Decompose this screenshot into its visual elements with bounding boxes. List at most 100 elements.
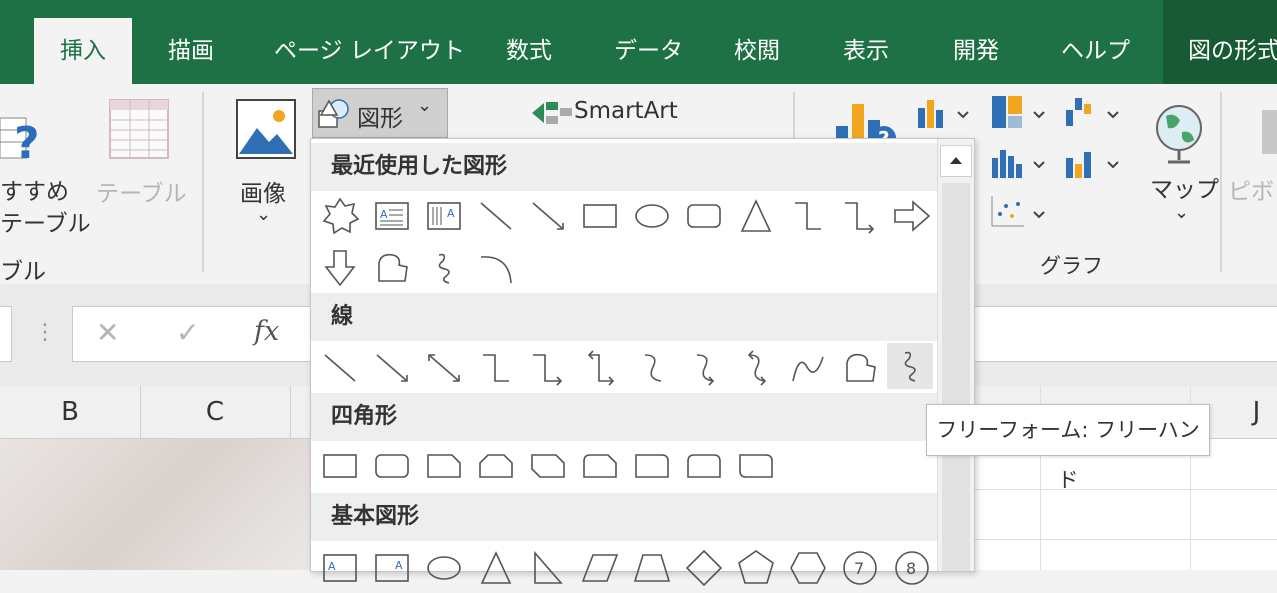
scatter-chart-icon[interactable] <box>990 194 1052 230</box>
enter-icon[interactable]: ✓ <box>176 316 199 349</box>
line-freeform-shape-icon[interactable] <box>839 347 881 389</box>
combo-chart-icon[interactable] <box>1064 144 1126 180</box>
line-double-arrow-icon[interactable] <box>423 347 465 389</box>
shape-tooltip: フリーフォーム: フリーハンド <box>926 404 1210 492</box>
shape-elbow-arrow-connector-icon[interactable] <box>839 195 881 237</box>
line-elbow-arrow-icon[interactable] <box>527 347 569 389</box>
scroll-up-button[interactable] <box>940 145 972 177</box>
insert-function-icon[interactable]: fx <box>254 316 279 347</box>
line-curved-connector-icon[interactable] <box>631 347 673 389</box>
basic-trapezoid-icon[interactable] <box>631 547 673 589</box>
basic-textbox-icon[interactable]: A <box>319 547 361 589</box>
line-curved-double-arrow-icon[interactable] <box>735 347 777 389</box>
section-lines: 線 <box>311 293 937 341</box>
line-elbow-connector-icon[interactable] <box>475 347 517 389</box>
basic-vertical-textbox-icon[interactable]: A <box>371 547 413 589</box>
image-button-label[interactable]: 画像 <box>240 174 286 208</box>
rect-rectangle-icon[interactable] <box>319 445 361 487</box>
formula-bar-grip-icon[interactable]: ⋮ <box>34 320 56 345</box>
waterfall-chart-icon[interactable] <box>1064 94 1126 130</box>
name-box[interactable] <box>0 306 12 362</box>
shape-freeform-icon[interactable] <box>371 247 413 289</box>
map-button-label[interactable]: マップ <box>1150 170 1219 204</box>
tab-developer[interactable]: 開発 <box>953 18 999 84</box>
line-elbow-double-arrow-icon[interactable] <box>579 347 621 389</box>
basic-pentagon-icon[interactable] <box>735 547 777 589</box>
line-curve-icon[interactable] <box>787 347 829 389</box>
basic-parallelogram-icon[interactable] <box>579 547 621 589</box>
shapes-button[interactable]: 図形 ⌄ <box>312 88 448 138</box>
rect-snip-single-corner-icon[interactable] <box>423 445 465 487</box>
inserted-picture[interactable] <box>0 439 310 570</box>
column-header-j[interactable]: J <box>1236 386 1277 438</box>
tab-review[interactable]: 校閲 <box>734 18 780 84</box>
rect-snip-same-side-icon[interactable] <box>475 445 517 487</box>
shape-arrow-line-icon[interactable] <box>527 195 569 237</box>
tab-picture-format[interactable]: 図の形式 <box>1188 18 1277 84</box>
tab-page-layout[interactable]: ページ レイアウト <box>274 18 465 84</box>
line-curved-arrow-icon[interactable] <box>683 347 725 389</box>
line-straight-icon[interactable] <box>319 347 361 389</box>
basic-heptagon-icon[interactable]: 7 <box>839 547 881 589</box>
recommended-pivot-label-2: テーブル <box>0 211 91 237</box>
rect-round-diagonal-icon[interactable] <box>735 445 777 487</box>
basic-hexagon-icon[interactable] <box>787 547 829 589</box>
table-icon[interactable] <box>108 98 170 160</box>
basic-triangle-icon[interactable] <box>475 547 517 589</box>
image-chevron-down-icon[interactable]: ⌄ <box>256 204 271 225</box>
tab-formulas[interactable]: 数式 <box>506 18 552 84</box>
basic-diamond-icon[interactable] <box>683 547 725 589</box>
tab-insert[interactable]: 挿入 <box>34 18 132 84</box>
shape-down-arrow-icon[interactable] <box>319 247 361 289</box>
svg-text:7: 7 <box>854 559 864 578</box>
image-icon[interactable] <box>235 98 297 160</box>
shape-scribble-icon[interactable] <box>423 247 465 289</box>
table-button-label[interactable]: テーブル <box>96 174 187 208</box>
rect-snip-diagonal-icon[interactable] <box>527 445 569 487</box>
gallery-scrollbar[interactable] <box>937 139 974 571</box>
line-arrow-icon[interactable] <box>371 347 413 389</box>
line-freeform-scribble-icon[interactable] <box>887 343 933 389</box>
rect-rounded-icon[interactable] <box>371 445 413 487</box>
smartart-icon[interactable] <box>530 98 574 128</box>
shape-rounded-rectangle-icon[interactable] <box>683 195 725 237</box>
column-chart-icon[interactable] <box>916 96 974 130</box>
scroll-thumb[interactable] <box>942 183 970 571</box>
recommended-pivot-icon[interactable]: ? <box>0 104 45 174</box>
tab-view[interactable]: 表示 <box>843 18 889 84</box>
map-chevron-down-icon[interactable]: ⌄ <box>1174 202 1189 223</box>
shape-arc-icon[interactable] <box>475 247 517 289</box>
svg-text:?: ? <box>14 118 40 169</box>
shape-triangle-icon[interactable] <box>735 195 777 237</box>
hierarchy-chart-icon[interactable] <box>990 94 1052 130</box>
tab-data[interactable]: データ <box>614 18 683 84</box>
basic-right-triangle-icon[interactable] <box>527 547 569 589</box>
shape-explosion-icon[interactable] <box>319 195 361 237</box>
tab-draw[interactable]: 描画 <box>168 18 214 84</box>
basic-oval-icon[interactable] <box>423 547 465 589</box>
rect-snip-round-icon[interactable] <box>579 445 621 487</box>
rect-round-same-side-icon[interactable] <box>683 445 725 487</box>
shape-right-arrow-icon[interactable] <box>891 195 933 237</box>
recommended-pivot-label-1: すすめ <box>0 179 69 205</box>
basic-octagon-icon[interactable]: 8 <box>891 547 933 589</box>
cancel-icon[interactable]: ✕ <box>96 316 119 349</box>
column-header-b[interactable]: B <box>0 386 141 438</box>
column-header-c[interactable]: C <box>140 386 291 438</box>
globe-icon[interactable] <box>1152 102 1206 166</box>
shape-oval-icon[interactable] <box>631 195 673 237</box>
shape-vertical-textbox-icon[interactable]: A <box>423 195 465 237</box>
row-line <box>974 489 1277 490</box>
pivot-chart-label[interactable]: ピボッ <box>1228 172 1277 206</box>
statistic-chart-icon[interactable] <box>990 144 1052 180</box>
shape-line-icon[interactable] <box>475 195 517 237</box>
shapes-icon <box>318 99 349 128</box>
tab-help[interactable]: ヘルプ <box>1061 18 1130 84</box>
shape-rectangle-icon[interactable] <box>579 195 621 237</box>
shape-elbow-connector-icon[interactable] <box>787 195 829 237</box>
shape-textbox-icon[interactable]: A <box>371 195 413 237</box>
rect-round-single-corner-icon[interactable] <box>631 445 673 487</box>
ribbon-separator <box>202 92 204 272</box>
smartart-label[interactable]: SmartArt <box>574 98 678 124</box>
pivot-chart-icon[interactable] <box>1262 110 1277 154</box>
